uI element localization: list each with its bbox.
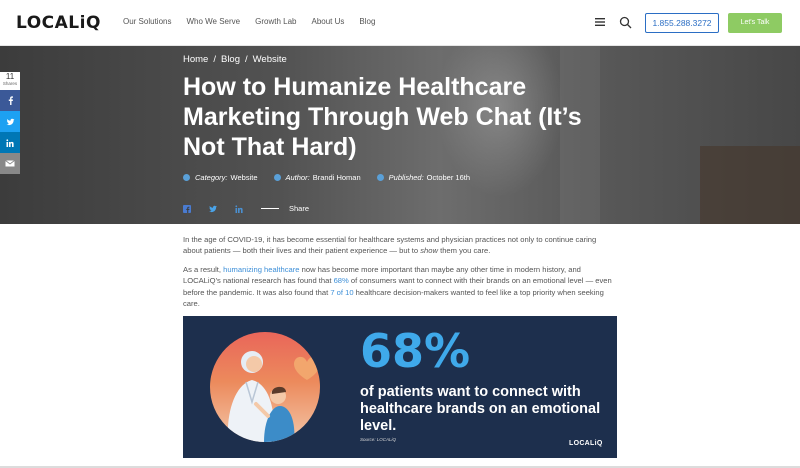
meta-author: Author: Brandi Homan — [273, 173, 361, 182]
hero-share-row: Share — [183, 204, 309, 213]
nav-growth-lab[interactable]: Growth Lab — [255, 17, 296, 26]
calendar-icon — [376, 174, 384, 181]
twitter-icon — [6, 118, 14, 125]
article-paragraph-1: In the age of COVID-19, it has become es… — [183, 234, 617, 257]
hero-banner: Home / Blog / Website How to Humanize He… — [0, 46, 800, 224]
main-nav: Our Solutions Who We Serve Growth Lab Ab… — [123, 17, 390, 26]
twitter-icon[interactable] — [209, 205, 217, 213]
side-linkedin-button[interactable] — [0, 132, 20, 153]
7-of-10-link[interactable]: 7 of 10 — [330, 288, 353, 297]
email-icon — [5, 160, 15, 167]
lets-talk-button[interactable]: Let's Talk — [728, 13, 782, 33]
meta-published-label: Published: — [388, 173, 424, 182]
68-percent-link[interactable]: 68% — [334, 276, 349, 285]
floating-share-bar: 11 Shares — [0, 72, 20, 174]
infographic-logo: LOCALiQ — [569, 440, 603, 447]
humanizing-healthcare-link[interactable]: humanizing healthcare — [223, 265, 299, 274]
breadcrumb-blog[interactable]: Blog — [221, 54, 240, 65]
folder-icon — [183, 174, 190, 181]
breadcrumb-home[interactable]: Home — [183, 54, 208, 65]
hero-background-chair — [700, 146, 800, 224]
side-email-button[interactable] — [0, 153, 20, 174]
nav-blog[interactable]: Blog — [359, 17, 375, 26]
site-header: LOCALiQ Our Solutions Who We Serve Growt… — [0, 0, 800, 46]
nav-about-us[interactable]: About Us — [311, 17, 344, 26]
article-paragraph-2: As a result, humanizing healthcare now h… — [183, 264, 617, 310]
p1-text-b: them you care. — [437, 246, 491, 256]
meta-published-value: October 16th — [426, 173, 471, 182]
menu-icon[interactable] — [594, 16, 606, 28]
facebook-icon — [8, 96, 13, 105]
phone-button[interactable]: 1.855.288.3272 — [645, 13, 719, 33]
p1-emphasis: show — [420, 246, 438, 256]
stat-infographic: 68% of patients want to connect with hea… — [183, 316, 617, 458]
breadcrumb-website[interactable]: Website — [253, 54, 287, 65]
search-icon[interactable] — [619, 16, 632, 29]
meta-category-label: Category: — [195, 173, 228, 182]
post-meta: Category: Website Author: Brandi Homan P… — [183, 173, 486, 182]
meta-category-value[interactable]: Website — [231, 173, 258, 182]
localiq-logo[interactable]: LOCALiQ — [16, 13, 101, 33]
stat-percent: 68% — [360, 324, 471, 378]
meta-published: Published: October 16th — [376, 173, 471, 182]
breadcrumb: Home / Blog / Website — [183, 54, 292, 65]
doctor-child-illustration — [210, 332, 320, 442]
breadcrumb-separator: / — [245, 54, 248, 65]
share-label: Share — [289, 204, 310, 213]
side-facebook-button[interactable] — [0, 90, 20, 111]
share-count-label: Shares — [2, 81, 18, 86]
page-title: How to Humanize Healthcare Marketing Thr… — [183, 73, 582, 161]
meta-author-label: Author: — [285, 173, 310, 182]
linkedin-icon — [6, 138, 14, 147]
share-divider — [261, 208, 279, 209]
linkedin-icon[interactable] — [235, 204, 243, 213]
share-count: 11 Shares — [0, 72, 20, 90]
nav-our-solutions[interactable]: Our Solutions — [123, 17, 171, 26]
share-count-number: 11 — [5, 72, 15, 81]
side-twitter-button[interactable] — [0, 111, 20, 132]
source-label: Source: — [360, 437, 376, 442]
nav-who-we-serve[interactable]: Who We Serve — [186, 17, 240, 26]
illustration-art — [227, 351, 320, 442]
breadcrumb-separator: / — [213, 54, 216, 65]
stat-source: Source: LOCALiQ — [360, 437, 396, 442]
meta-category: Category: Website — [183, 173, 258, 182]
p1-text-a: In the age of COVID-19, it has become es… — [183, 235, 597, 256]
source-value: LOCALiQ — [376, 437, 397, 442]
user-icon — [273, 174, 281, 181]
stat-text: of patients want to connect with healthc… — [360, 384, 601, 434]
facebook-icon[interactable] — [183, 204, 191, 213]
meta-author-value[interactable]: Brandi Homan — [313, 173, 361, 182]
p2-text-a: As a result, — [183, 265, 224, 274]
